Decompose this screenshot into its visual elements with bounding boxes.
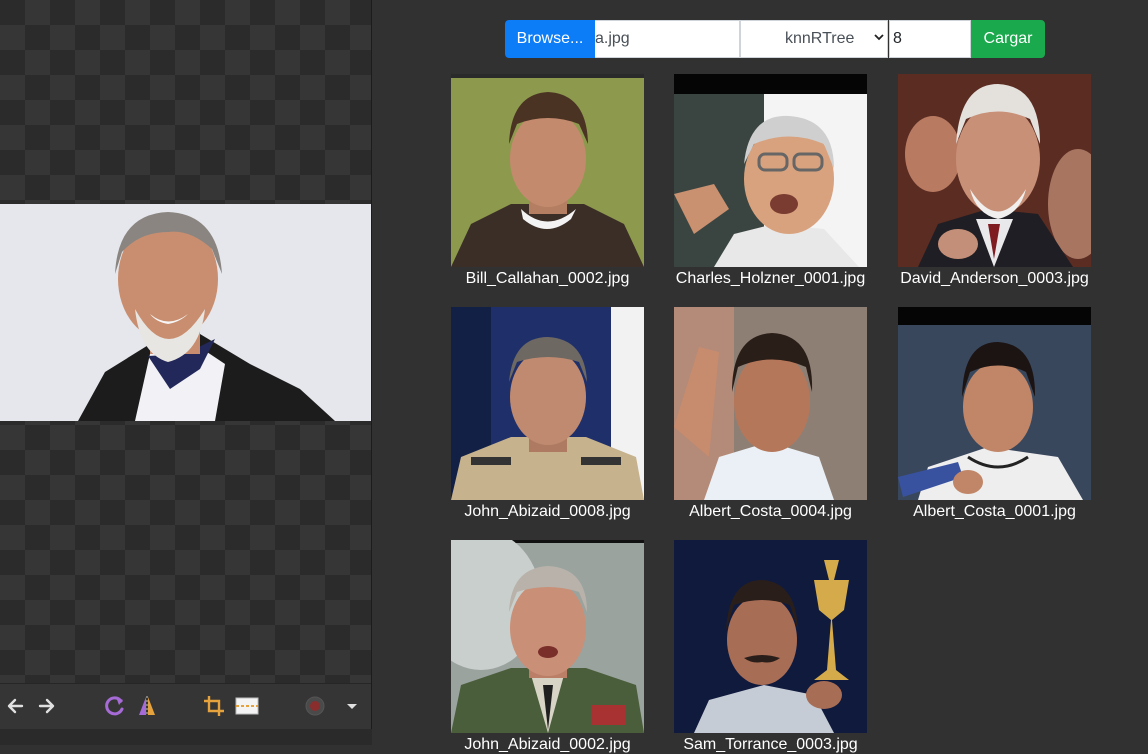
result-filename: Charles_Holzner_0001.jpg xyxy=(675,270,866,287)
result-thumbnail[interactable] xyxy=(674,307,867,500)
search-panel: Browse... a.jpg knnRTree 8 Cargar Bill_C… xyxy=(372,0,1148,753)
arrow-right-icon[interactable] xyxy=(35,694,59,718)
result-thumbnail[interactable] xyxy=(674,540,867,733)
result-thumbnail[interactable] xyxy=(451,540,644,733)
algorithm-value: knnRTree xyxy=(785,30,855,47)
image-viewer xyxy=(0,0,372,730)
crop-icon[interactable] xyxy=(202,694,226,718)
result-filename: Sam_Torrance_0003.jpg xyxy=(683,736,858,753)
rotate-icon[interactable] xyxy=(103,694,127,718)
record-icon[interactable] xyxy=(303,694,327,718)
query-photo xyxy=(0,204,371,421)
result-filename: Bill_Callahan_0002.jpg xyxy=(465,270,630,287)
result-thumbnail[interactable] xyxy=(451,307,644,500)
k-value-text: 8 xyxy=(893,30,902,47)
result-filename: John_Abizaid_0002.jpg xyxy=(464,736,631,753)
result-card[interactable]: Albert_Costa_0004.jpg xyxy=(674,307,867,521)
k-value-input[interactable]: 8 xyxy=(889,20,971,58)
result-card[interactable]: David_Anderson_0003.jpg xyxy=(898,74,1091,288)
algorithm-select[interactable]: knnRTree xyxy=(740,20,888,58)
result-filename: David_Anderson_0003.jpg xyxy=(900,270,1089,287)
viewer-toolbar xyxy=(0,683,371,730)
search-form: Browse... a.jpg knnRTree 8 Cargar xyxy=(505,20,1045,58)
file-name-field[interactable]: a.jpg xyxy=(595,20,740,58)
load-button[interactable]: Cargar xyxy=(971,20,1045,58)
result-card[interactable]: Sam_Torrance_0003.jpg xyxy=(674,540,867,754)
result-card[interactable]: Charles_Holzner_0001.jpg xyxy=(674,74,867,288)
image-icon[interactable] xyxy=(235,694,259,718)
dropdown-icon[interactable] xyxy=(340,694,364,718)
result-filename: Albert_Costa_0004.jpg xyxy=(689,503,852,520)
file-name-text: a.jpg xyxy=(595,30,630,47)
result-card[interactable]: Bill_Callahan_0002.jpg xyxy=(451,74,644,288)
result-card[interactable]: John_Abizaid_0008.jpg xyxy=(451,307,644,521)
arrow-left-icon[interactable] xyxy=(3,694,27,718)
result-card[interactable]: John_Abizaid_0002.jpg xyxy=(451,540,644,754)
result-filename: Albert_Costa_0001.jpg xyxy=(913,503,1076,520)
result-filename: John_Abizaid_0008.jpg xyxy=(464,503,631,520)
browse-button[interactable]: Browse... xyxy=(505,20,595,58)
result-thumbnail[interactable] xyxy=(898,307,1091,500)
result-thumbnail[interactable] xyxy=(898,74,1091,267)
result-thumbnail[interactable] xyxy=(451,74,644,267)
result-card[interactable]: Albert_Costa_0001.jpg xyxy=(898,307,1091,521)
result-thumbnail[interactable] xyxy=(674,74,867,267)
viewer-bottom-bar xyxy=(0,729,372,745)
chevron-down-icon xyxy=(873,30,885,48)
flip-icon[interactable] xyxy=(135,694,159,718)
